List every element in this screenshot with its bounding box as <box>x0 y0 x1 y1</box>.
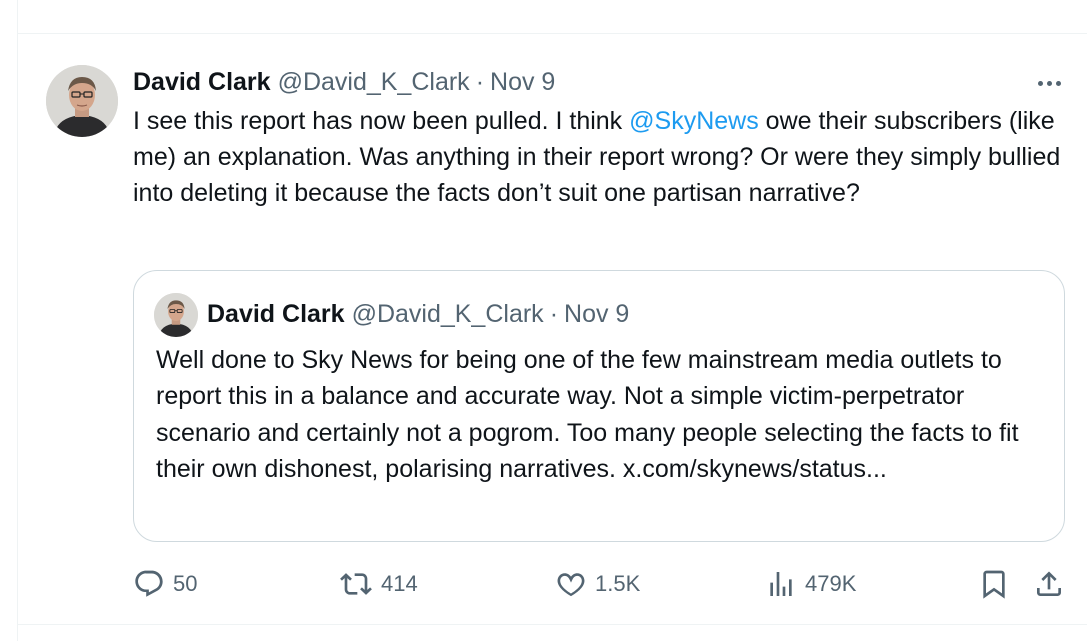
quoted-header-separator: · <box>549 299 559 328</box>
like-button[interactable]: 1.5K <box>555 566 640 602</box>
author-handle[interactable]: @David_K_Clark <box>278 68 470 97</box>
reply-button[interactable]: 50 <box>133 566 197 602</box>
timeline-top-divider <box>17 33 1087 34</box>
post-text-part: I see this report has now been pulled. I… <box>133 107 630 135</box>
post-date[interactable]: Nov 9 <box>490 68 555 97</box>
header-separator: · <box>475 67 485 96</box>
repost-button[interactable]: 414 <box>339 566 418 602</box>
bookmark-button[interactable] <box>978 566 1010 602</box>
repost-icon <box>340 573 372 595</box>
post-header: David Clark @David_K_Clark · Nov 9 <box>133 66 555 98</box>
more-dot <box>1037 80 1043 86</box>
post-text: I see this report has now been pulled. I… <box>133 103 1078 211</box>
quoted-author-handle[interactable]: @David_K_Clark <box>352 300 544 329</box>
view-count: 479K <box>805 571 857 596</box>
author-name[interactable]: David Clark <box>133 68 271 97</box>
share-upload-icon <box>1037 571 1061 596</box>
analytics-bars-icon <box>770 572 792 596</box>
author-avatar[interactable] <box>46 65 118 137</box>
bookmark-icon <box>983 570 1005 599</box>
timeline-left-border <box>17 0 18 641</box>
heart-icon <box>557 573 585 597</box>
repost-count: 414 <box>381 571 418 596</box>
timeline-bottom-divider <box>17 624 1087 625</box>
quoted-post-card[interactable]: David Clark @David_K_Clark · Nov 9 Well … <box>133 270 1065 542</box>
share-button[interactable] <box>1033 566 1065 602</box>
more-dot <box>1046 80 1052 86</box>
quoted-post-header: David Clark @David_K_Clark · Nov 9 <box>207 298 629 330</box>
quoted-post-text: Well done to Sky News for being one of t… <box>156 346 1019 484</box>
like-count: 1.5K <box>595 571 641 596</box>
reply-bubble-icon <box>135 570 163 597</box>
reply-count: 50 <box>173 571 198 596</box>
quoted-author-avatar[interactable] <box>154 293 198 337</box>
mention-link[interactable]: @SkyNews <box>629 107 759 135</box>
views-button[interactable]: 479K <box>765 566 856 602</box>
more-dot <box>1055 80 1061 86</box>
quoted-author-name[interactable]: David Clark <box>207 300 345 329</box>
quoted-post-date[interactable]: Nov 9 <box>564 300 629 329</box>
more-options-button[interactable] <box>1030 72 1068 94</box>
